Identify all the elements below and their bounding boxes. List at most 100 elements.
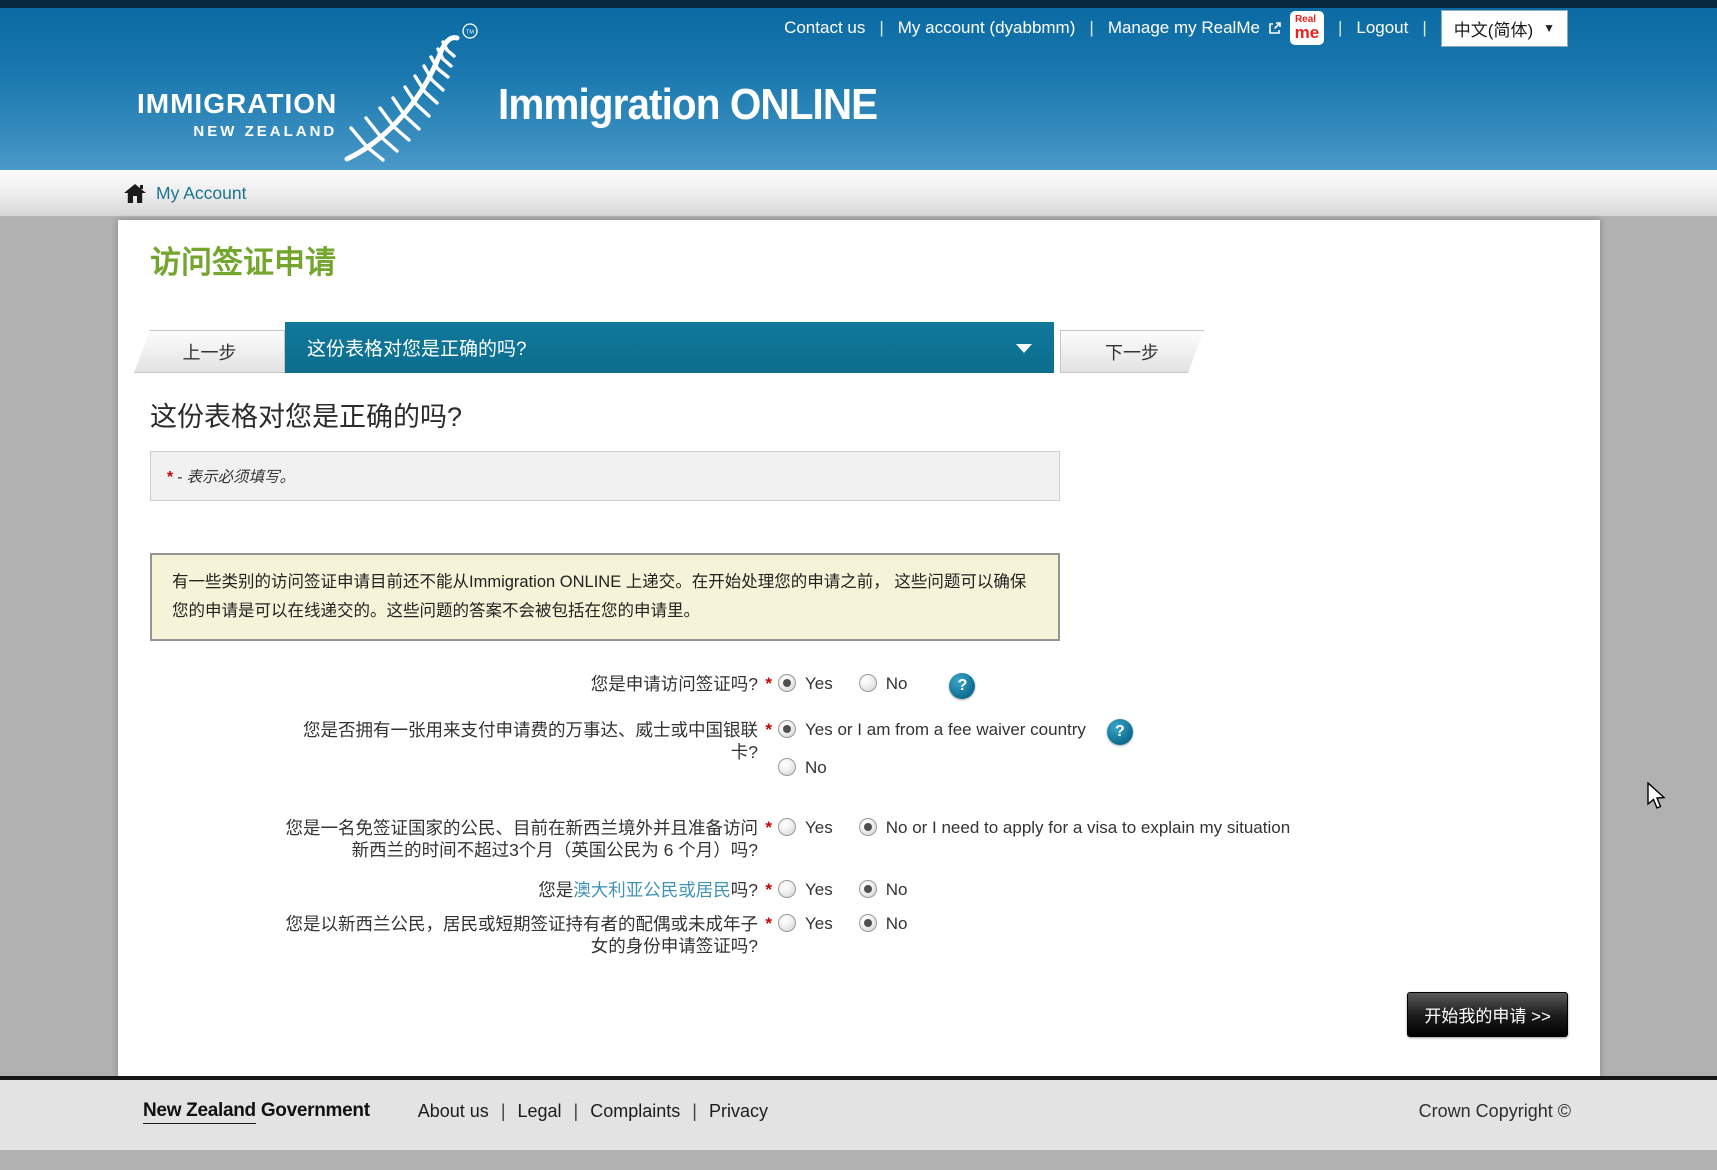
question-options: Yes No or I need to apply for a visa to … xyxy=(778,817,1290,839)
radio-button[interactable] xyxy=(778,880,796,898)
radio-button-selected[interactable] xyxy=(858,914,877,932)
radio-button[interactable] xyxy=(778,758,796,776)
australian-citizen-link[interactable]: 澳大利亚公民或居民 xyxy=(573,880,731,900)
start-application-button[interactable]: 开始我的申请 >> xyxy=(1407,992,1568,1037)
top-nav: Contact us | My account (dyabbmm) | Mana… xyxy=(784,9,1568,47)
radio-label: Yes xyxy=(805,914,833,933)
required-asterisk: * xyxy=(765,880,772,899)
question-options: Yes No xyxy=(778,913,907,935)
language-select-value: 中文(简体) xyxy=(1453,20,1534,40)
radio-option-yes-fee-waiver[interactable]: Yes or I am from a fee waiver country ? xyxy=(778,719,1133,745)
radio-label: No xyxy=(885,914,908,933)
help-icon[interactable]: ? xyxy=(1106,719,1133,745)
question-label: 您是一名免签证国家的公民、目前在新西兰境外并且准备访问新西兰的时间不超过3个月（… xyxy=(285,818,759,860)
radio-option-yes[interactable]: Yes xyxy=(778,913,833,935)
logout-link[interactable]: Logout xyxy=(1356,18,1408,38)
header-top-strip xyxy=(0,0,1717,8)
radio-label: Yes xyxy=(805,674,833,693)
radio-option-yes[interactable]: Yes xyxy=(778,879,833,901)
nav-separator: | xyxy=(879,18,884,37)
silver-fern-icon: TM xyxy=(333,16,491,171)
info-box-text: 有一些类别的访问签证申请目前还不能从Immigration ONLINE 上递交… xyxy=(172,573,1027,620)
nav-separator: | xyxy=(1337,18,1343,37)
radio-button-selected[interactable] xyxy=(858,880,877,898)
question-row-visa-waiver-country: 您是一名免签证国家的公民、目前在新西兰境外并且准备访问新西兰的时间不超过3个月（… xyxy=(150,817,1568,861)
privacy-link[interactable]: Privacy xyxy=(709,1101,768,1122)
radio-button-selected[interactable] xyxy=(778,674,796,692)
my-account-link[interactable]: My account (dyabbmm) xyxy=(898,18,1076,38)
required-asterisk: * xyxy=(765,914,772,933)
legal-link[interactable]: Legal xyxy=(518,1101,562,1122)
question-label: 您是申请访问签证吗? xyxy=(590,674,758,694)
question-row-visitor-visa: 您是申请访问签证吗? * Yes No ? xyxy=(150,673,1568,699)
question-row-partner-dependent: 您是以新西兰公民，居民或短期签证持有者的配偶或未成年子女的身份申请签证吗? * … xyxy=(150,913,1568,957)
required-asterisk: * xyxy=(765,720,772,739)
realme-logo-text-bottom: me xyxy=(1294,23,1320,42)
mouse-cursor xyxy=(1646,781,1666,815)
language-caret-icon: ▼ xyxy=(1543,21,1555,35)
radio-label: No xyxy=(885,880,908,899)
contact-us-link[interactable]: Contact us xyxy=(784,18,865,38)
question-label-wrap: 您是申请访问签证吗? * xyxy=(278,673,772,695)
question-options: Yes No xyxy=(778,879,907,901)
home-icon[interactable] xyxy=(124,183,146,203)
footer-links: About us | Legal | Complaints | Privacy xyxy=(418,1101,768,1122)
radio-option-yes[interactable]: Yes xyxy=(778,817,833,839)
footer-separator: | xyxy=(500,1100,506,1121)
question-label-wrap: 您是一名免签证国家的公民、目前在新西兰境外并且准备访问新西兰的时间不超过3个月（… xyxy=(278,817,773,861)
realme-logo[interactable]: Real me xyxy=(1289,11,1324,45)
page-title: 访问签证申请 xyxy=(150,245,336,280)
radio-option-no-explain[interactable]: No or I need to apply for a visa to expl… xyxy=(858,817,1291,839)
radio-button-selected[interactable] xyxy=(778,720,796,738)
radio-option-no[interactable]: No xyxy=(778,757,827,779)
radio-option-no[interactable]: No xyxy=(858,879,908,901)
previous-step-label: 上一步 xyxy=(182,342,237,363)
radio-label: Yes xyxy=(805,880,833,899)
nav-separator: | xyxy=(1422,18,1427,37)
question-label-wrap: 您是澳大利亚公民或居民吗? * xyxy=(278,879,772,901)
radio-option-yes[interactable]: Yes xyxy=(778,673,833,695)
svg-text:TM: TM xyxy=(466,30,474,36)
section-heading: 这份表格对您是正确的吗? xyxy=(150,402,463,432)
required-note-box: * - 表示必须填写。 xyxy=(150,451,1060,501)
question-label: 您是否拥有一张用来支付申请费的万事达、威士或中国银联卡? xyxy=(303,720,758,762)
question-label-suffix: 吗? xyxy=(730,880,758,900)
question-row-australian-citizen: 您是澳大利亚公民或居民吗? * Yes No xyxy=(150,879,1568,901)
external-link-icon xyxy=(1268,21,1282,35)
about-us-link[interactable]: About us xyxy=(418,1101,489,1122)
radio-button-selected[interactable] xyxy=(858,818,877,836)
current-step-dropdown[interactable]: 这份表格对您是正确的吗? xyxy=(285,322,1054,373)
language-select[interactable]: 中文(简体) ▼ xyxy=(1440,9,1568,47)
radio-label: No xyxy=(805,758,827,777)
step-nav: 上一步 这份表格对您是正确的吗? 下一步 xyxy=(134,322,1568,373)
required-asterisk: * xyxy=(765,818,772,837)
nz-government-logo[interactable]: New Zealand Government xyxy=(143,1100,370,1124)
question-label-wrap: 您是否拥有一张用来支付申请费的万事达、威士或中国银联卡? * xyxy=(278,719,772,763)
question-label-wrap: 您是以新西兰公民，居民或短期签证持有者的配偶或未成年子女的身份申请签证吗? * xyxy=(278,913,773,957)
radio-button[interactable] xyxy=(858,674,877,692)
breadcrumb-my-account-link[interactable]: My Account xyxy=(156,183,246,204)
radio-option-no[interactable]: No xyxy=(858,913,908,935)
radio-label: No or I need to apply for a visa to expl… xyxy=(885,818,1291,837)
required-note-text: - 表示必须填写。 xyxy=(177,469,296,486)
complaints-link[interactable]: Complaints xyxy=(590,1101,680,1122)
manage-realme-group: Manage my RealMe Real me xyxy=(1108,11,1324,45)
manage-realme-link[interactable]: Manage my RealMe xyxy=(1108,18,1260,38)
breadcrumb: My Account xyxy=(0,170,1717,217)
next-step-button[interactable]: 下一步 xyxy=(1060,330,1204,373)
question-options: Yes No ? xyxy=(778,673,976,699)
app-footer: New Zealand Government About us | Legal … xyxy=(0,1076,1717,1150)
help-icon[interactable]: ? xyxy=(949,673,976,699)
radio-button[interactable] xyxy=(778,914,796,932)
previous-step-button[interactable]: 上一步 xyxy=(134,330,285,373)
radio-option-no[interactable]: No xyxy=(858,673,907,695)
nz-government-logo-part2: Government xyxy=(260,1100,370,1121)
current-step-label: 这份表格对您是正确的吗? xyxy=(307,339,527,360)
crown-copyright: Crown Copyright © xyxy=(1418,1100,1571,1121)
info-box: 有一些类别的访问签证申请目前还不能从Immigration ONLINE 上递交… xyxy=(150,553,1060,641)
inz-wordmark-line2: NEW ZEALAND xyxy=(193,123,338,140)
page: Contact us | My account (dyabbmm) | Mana… xyxy=(0,0,1717,1170)
required-asterisk: * xyxy=(765,674,772,693)
nz-government-logo-part1: New Zealand xyxy=(143,1100,256,1124)
radio-button[interactable] xyxy=(778,818,796,836)
